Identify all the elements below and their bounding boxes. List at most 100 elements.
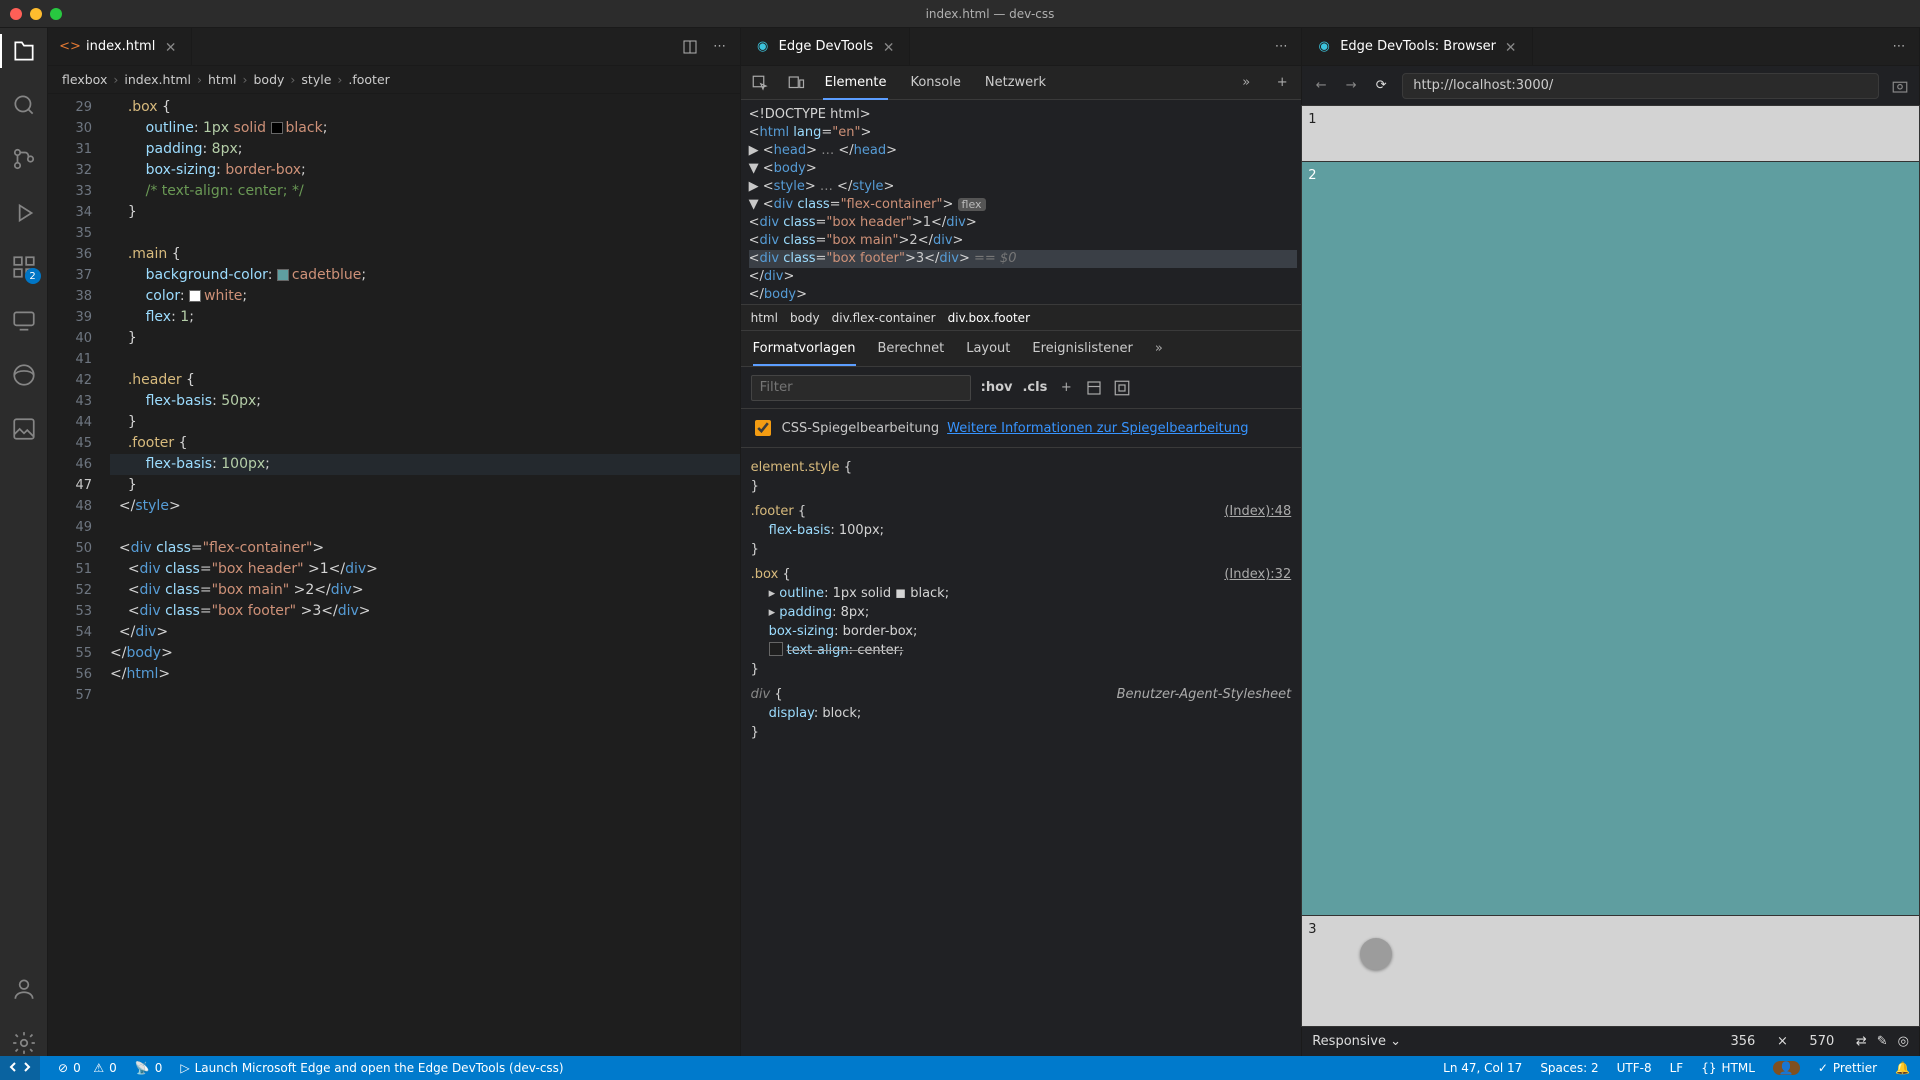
html-icon: <> bbox=[62, 39, 78, 55]
tab-label: Edge DevTools: Browser bbox=[1340, 39, 1496, 54]
cursor-position[interactable]: Ln 47, Col 17 bbox=[1443, 1061, 1522, 1075]
close-icon[interactable]: + bbox=[163, 40, 177, 54]
dom-crumb-item[interactable]: div.box.footer bbox=[948, 311, 1030, 325]
breadcrumb-item[interactable]: flexbox bbox=[62, 72, 107, 87]
css-mirror-link[interactable]: Weitere Informationen zur Spiegelbearbei… bbox=[947, 421, 1248, 436]
tab-index-html[interactable]: <> index.html + bbox=[48, 28, 192, 65]
screenshot-icon[interactable] bbox=[1891, 77, 1909, 95]
minimize-window[interactable] bbox=[30, 8, 42, 20]
explorer-icon[interactable] bbox=[11, 38, 37, 64]
more-subtabs-icon[interactable]: » bbox=[1155, 341, 1163, 356]
remote-explorer-icon[interactable] bbox=[11, 308, 37, 334]
close-icon[interactable]: + bbox=[1504, 40, 1518, 54]
viewport-height[interactable]: 570 bbox=[1798, 1032, 1846, 1052]
computed-toggle-icon[interactable] bbox=[1085, 379, 1103, 397]
eol[interactable]: LF bbox=[1670, 1061, 1684, 1075]
devtools-tab[interactable]: Konsole bbox=[908, 75, 962, 91]
inspect-element-icon[interactable] bbox=[751, 74, 769, 92]
port-forward[interactable]: 📡 0 bbox=[135, 1061, 163, 1075]
more-icon[interactable]: ⋯ bbox=[712, 39, 728, 55]
notifications-icon[interactable]: 🔔 bbox=[1895, 1061, 1910, 1075]
activity-bar: 2 bbox=[0, 28, 48, 1056]
search-icon[interactable] bbox=[11, 92, 37, 118]
browser-status: Responsive ⌄ 356 × 570 ⇄ ✎ ◎ bbox=[1302, 1026, 1919, 1056]
code-editor[interactable]: 2930313233343536373839404142434445464748… bbox=[48, 94, 740, 1056]
encoding[interactable]: UTF-8 bbox=[1617, 1061, 1652, 1075]
styles-subtab[interactable]: Formatvorlagen bbox=[753, 341, 856, 366]
source-control-icon[interactable] bbox=[11, 146, 37, 172]
styles-rules[interactable]: element.style {}.footer {(Index):48flex-… bbox=[741, 448, 1302, 1056]
tab-devtools[interactable]: ◉ Edge DevTools + bbox=[741, 28, 911, 65]
settings-icon[interactable] bbox=[11, 1030, 37, 1056]
filter-input[interactable] bbox=[751, 375, 971, 401]
css-mirror-checkbox[interactable] bbox=[755, 420, 771, 436]
styles-subtab[interactable]: Ereignislistener bbox=[1032, 341, 1132, 356]
devtools-tab[interactable]: Elemente bbox=[823, 75, 889, 100]
prettier-status[interactable]: ✓ Prettier bbox=[1818, 1061, 1877, 1075]
dom-tree[interactable]: <!DOCTYPE html> <html lang="en"> ▶ <head… bbox=[741, 100, 1302, 305]
breadcrumb-item[interactable]: body bbox=[253, 72, 284, 87]
run-debug-icon[interactable] bbox=[11, 200, 37, 226]
preview-box-header: 1 bbox=[1302, 106, 1919, 162]
viewport-width[interactable]: 356 bbox=[1719, 1032, 1767, 1052]
split-editor-icon[interactable] bbox=[682, 39, 698, 55]
breadcrumb-item[interactable]: index.html bbox=[124, 72, 191, 87]
dom-crumb-item[interactable]: html bbox=[751, 311, 778, 325]
device-toolbar-icon[interactable] bbox=[787, 74, 805, 92]
devtools-tab[interactable]: Netzwerk bbox=[983, 75, 1048, 91]
cls-button[interactable]: .cls bbox=[1022, 380, 1047, 395]
launch-edge-button[interactable]: ▷ Launch Microsoft Edge and open the Edg… bbox=[180, 1061, 563, 1075]
styles-subtab[interactable]: Layout bbox=[966, 341, 1010, 356]
remote-button[interactable] bbox=[0, 1056, 40, 1080]
forward-icon[interactable]: → bbox=[1342, 77, 1360, 95]
dom-crumb-item[interactable]: div.flex-container bbox=[832, 311, 936, 325]
target-icon[interactable]: ◎ bbox=[1898, 1034, 1909, 1049]
go-live-icon[interactable]: 👤 bbox=[1773, 1061, 1800, 1075]
edge-icon: ◉ bbox=[755, 39, 771, 55]
responsive-selector[interactable]: Responsive ⌄ bbox=[1312, 1034, 1401, 1049]
styles-subtab[interactable]: Berechnet bbox=[878, 341, 945, 356]
titlebar: index.html — dev-css bbox=[0, 0, 1920, 28]
indent[interactable]: Spaces: 2 bbox=[1540, 1061, 1598, 1075]
more-icon[interactable]: ⋯ bbox=[1891, 39, 1907, 55]
extensions-icon[interactable]: 2 bbox=[11, 254, 37, 280]
rotate-icon[interactable]: ⇄ bbox=[1856, 1034, 1867, 1049]
more-icon[interactable]: ⋯ bbox=[1273, 39, 1289, 55]
image-preview-icon[interactable] bbox=[11, 416, 37, 442]
styles-toolbar: :hov .cls + bbox=[741, 367, 1302, 409]
language-mode[interactable]: {} HTML bbox=[1701, 1061, 1755, 1075]
breadcrumb-item[interactable]: style bbox=[301, 72, 331, 87]
breadcrumb[interactable]: flexbox›index.html›html›body›style›.foot… bbox=[48, 66, 740, 94]
urlbar[interactable]: http://localhost:3000/ bbox=[1402, 73, 1879, 99]
styles-subtabs: Formatvorlagen Berechnet Layout Ereignislis… bbox=[741, 331, 1302, 367]
box-model-icon[interactable] bbox=[1113, 379, 1131, 397]
new-tab-icon[interactable]: + bbox=[1273, 74, 1291, 92]
breadcrumb-item[interactable]: html bbox=[208, 72, 236, 87]
browser-panel: ◉ Edge DevTools: Browser + ⋯ ← → ⟳ http:… bbox=[1302, 28, 1920, 1056]
reload-icon[interactable]: ⟳ bbox=[1372, 77, 1390, 95]
errors-count[interactable]: ⊘ 0 ⚠ 0 bbox=[58, 1061, 117, 1075]
window-controls bbox=[10, 8, 62, 20]
edge-tools-icon[interactable] bbox=[11, 362, 37, 388]
editor-tabs: <> index.html + ⋯ bbox=[48, 28, 740, 66]
preview-box-footer: 3 bbox=[1302, 916, 1919, 1026]
browser-viewport[interactable]: 1 2 3 bbox=[1302, 106, 1919, 1026]
tab-browser[interactable]: ◉ Edge DevTools: Browser + bbox=[1302, 28, 1533, 65]
dom-breadcrumb[interactable]: html body div.flex-container div.box.footer bbox=[741, 305, 1302, 331]
back-icon[interactable]: ← bbox=[1312, 77, 1330, 95]
maximize-window[interactable] bbox=[50, 8, 62, 20]
dom-crumb-item[interactable]: body bbox=[790, 311, 820, 325]
close-icon[interactable]: + bbox=[881, 40, 895, 54]
devtools-tabs: ElementeKonsoleNetzwerk bbox=[823, 75, 1048, 91]
statusbar: ⊘ 0 ⚠ 0 📡 0 ▷ Launch Microsoft Edge and … bbox=[0, 1056, 1920, 1080]
hov-button[interactable]: :hov bbox=[981, 380, 1013, 395]
account-icon[interactable] bbox=[11, 976, 37, 1002]
close-window[interactable] bbox=[10, 8, 22, 20]
new-style-icon[interactable]: + bbox=[1057, 379, 1075, 397]
cursor-indicator bbox=[1360, 938, 1392, 970]
tab-label: index.html bbox=[86, 39, 155, 54]
breadcrumb-item[interactable]: .footer bbox=[348, 72, 389, 87]
eyedropper-icon[interactable]: ✎ bbox=[1877, 1034, 1888, 1049]
preview-box-main: 2 bbox=[1302, 162, 1919, 916]
more-tabs-icon[interactable]: » bbox=[1237, 74, 1255, 92]
